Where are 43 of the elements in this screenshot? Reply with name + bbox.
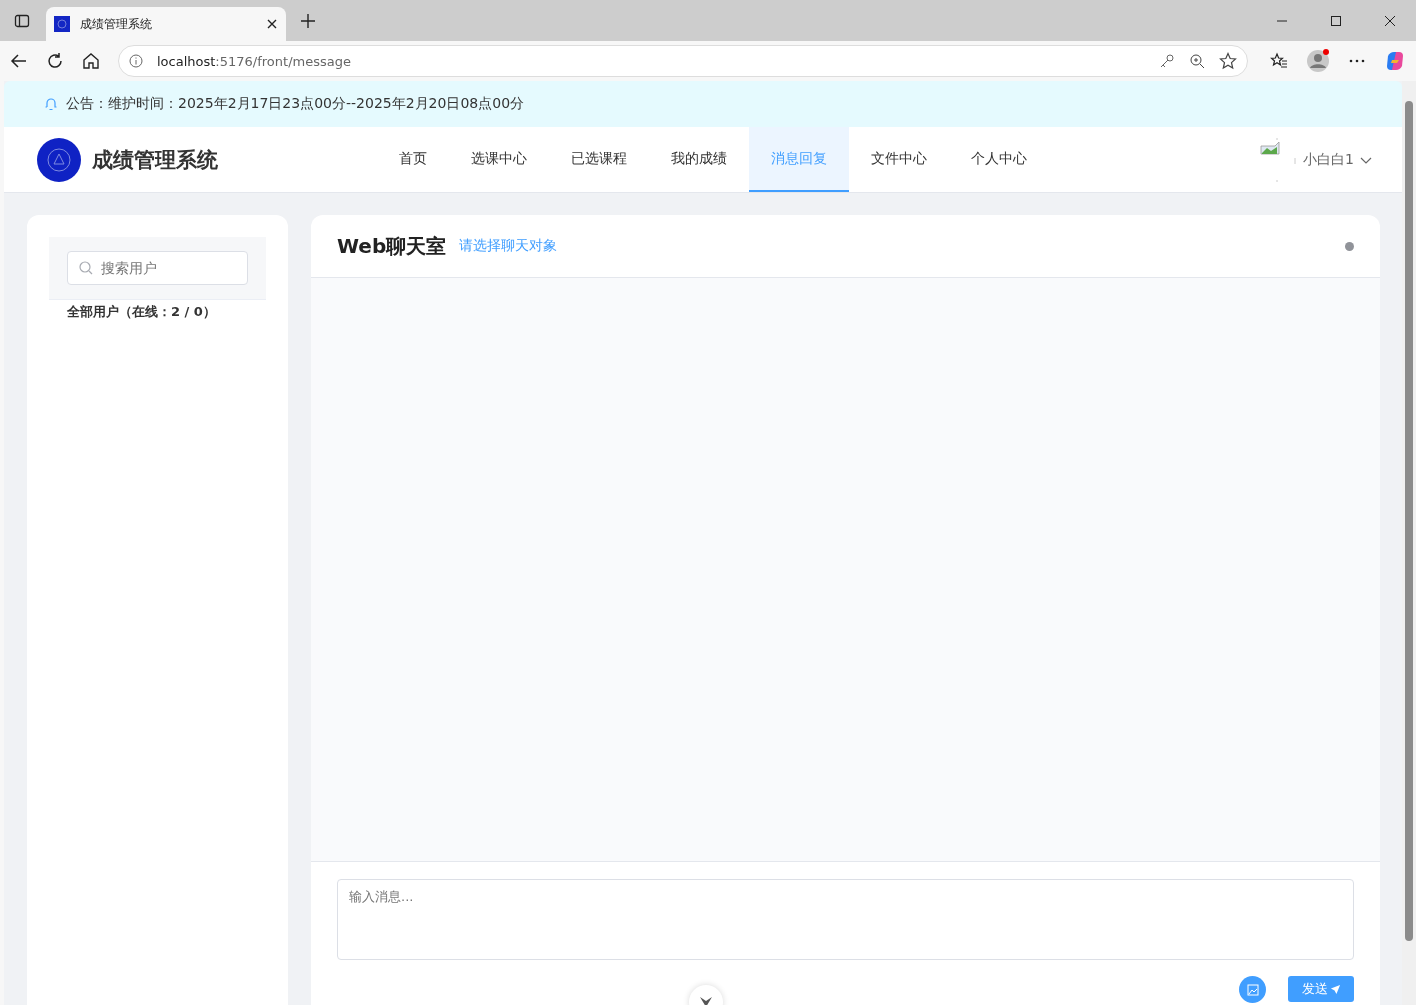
nav-link[interactable]: 我的成绩 [649, 127, 749, 192]
browser-tab[interactable]: 成绩管理系统 [46, 7, 286, 41]
favicon-icon [54, 16, 70, 32]
broken-image-icon [1257, 137, 1298, 182]
site-title: 成绩管理系统 [92, 146, 218, 174]
copilot-icon[interactable] [1384, 50, 1406, 72]
home-icon[interactable] [82, 52, 100, 70]
tab-list-icon[interactable] [14, 12, 30, 29]
chevron-down-icon [699, 996, 713, 1005]
info-icon [129, 54, 143, 68]
profile-icon[interactable] [1306, 49, 1330, 73]
refresh-icon[interactable] [46, 52, 64, 70]
close-icon[interactable] [266, 18, 278, 30]
address-field[interactable]: localhost:5176/front/message [118, 45, 1248, 77]
send-icon [1329, 983, 1341, 995]
favorites-icon[interactable] [1270, 52, 1288, 70]
nav-link[interactable]: 首页 [377, 127, 449, 192]
search-field[interactable]: 搜索用户 [67, 251, 248, 285]
back-icon[interactable] [10, 52, 28, 70]
message-input[interactable]: 输入消息... [337, 879, 1354, 960]
user-name[interactable]: 小白白1 [1303, 150, 1354, 169]
nav-link[interactable]: 个人中心 [949, 127, 1049, 192]
tab-title: 成绩管理系统 [80, 15, 153, 33]
bell-icon [44, 97, 58, 111]
key-icon[interactable] [1159, 53, 1175, 69]
scrollbar[interactable] [1402, 81, 1416, 1005]
close-icon[interactable] [1384, 14, 1396, 27]
logo-emblem-icon [37, 137, 81, 182]
nav-link[interactable]: 选课中心 [449, 127, 549, 192]
chat-hint: 请选择聊天对象 [459, 237, 558, 255]
new-tab-icon[interactable] [300, 12, 316, 29]
url-text: localhost:5176/front/message [157, 53, 351, 69]
zoom-icon[interactable] [1189, 53, 1205, 69]
notice-text: 公告：维护时间：2025年2月17日23点00分--2025年2月20日08点00分 [66, 95, 525, 113]
image-button[interactable] [1239, 976, 1266, 1003]
chat-title: Web聊天室 [337, 232, 447, 260]
maximize-icon[interactable] [1330, 14, 1342, 27]
image-icon [1246, 983, 1259, 996]
star-icon[interactable] [1219, 52, 1237, 70]
nav-link[interactable]: 文件中心 [849, 127, 949, 192]
users-count-label: 全部用户（在线：2 / 0） [66, 303, 217, 321]
search-icon [79, 261, 93, 275]
nav-link[interactable]: 已选课程 [549, 127, 649, 192]
